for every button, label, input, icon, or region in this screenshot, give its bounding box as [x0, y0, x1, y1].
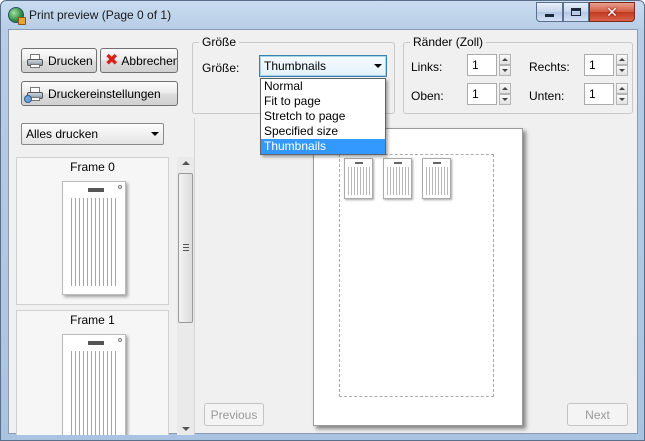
margin-top-field[interactable]: 1 — [467, 83, 497, 105]
maximize-button[interactable] — [563, 2, 589, 22]
minimize-icon — [545, 13, 554, 17]
frame-thumbnail — [62, 181, 126, 295]
margin-right-label: Rechts: — [529, 60, 570, 74]
frame-thumbnail — [62, 334, 126, 435]
margin-bottom-label: Unten: — [529, 89, 565, 103]
margin-right-field[interactable]: 1 — [584, 54, 614, 76]
cancel-x-icon: ✖ — [105, 51, 119, 69]
print-scope-value: Alles drucken — [26, 127, 99, 141]
cancel-button-label: Abbrechen — [121, 53, 178, 68]
size-option-fit-to-page[interactable]: Fit to page — [261, 94, 385, 109]
size-option-stretch-to-page[interactable]: Stretch to page — [261, 109, 385, 124]
printer-icon — [26, 53, 44, 69]
page-thumbnail — [422, 158, 451, 199]
size-select-value: Thumbnails — [264, 59, 327, 73]
minimize-button[interactable] — [536, 2, 563, 22]
app-globe-icon — [8, 7, 26, 25]
frame-title: Frame 0 — [70, 160, 115, 174]
size-group-legend: Größe — [202, 35, 237, 49]
margin-top-stepper[interactable] — [499, 83, 511, 105]
margin-right-stepper[interactable] — [616, 54, 628, 76]
printer-settings-icon — [24, 86, 44, 103]
maximize-icon — [571, 8, 581, 16]
print-button[interactable]: Drucken — [21, 48, 97, 73]
size-option-thumbnails[interactable]: Thumbnails — [261, 139, 385, 154]
window-title: Print preview (Page 0 of 1) — [29, 8, 172, 22]
close-button[interactable]: ✕ — [589, 2, 635, 22]
size-option-normal[interactable]: Normal — [261, 79, 385, 94]
print-preview-window: Print preview (Page 0 of 1) ✕ Drucken ✖ … — [0, 0, 645, 441]
next-button[interactable]: Next — [567, 403, 628, 426]
title-bar[interactable]: Print preview (Page 0 of 1) ✕ — [1, 1, 644, 29]
margin-left-field[interactable]: 1 — [467, 54, 497, 76]
margins-group-legend: Ränder (Zoll) — [413, 35, 484, 49]
page-thumbnail — [383, 158, 412, 199]
previous-button[interactable]: Previous — [204, 403, 264, 426]
scroll-down-icon[interactable] — [182, 427, 190, 431]
margin-bottom-field[interactable]: 1 — [584, 83, 614, 105]
frame-title: Frame 1 — [70, 313, 115, 327]
frame-card[interactable]: Frame 0 — [16, 157, 169, 305]
client-area: Drucken ✖ Abbrechen Druckereinstellungen… — [8, 29, 638, 435]
size-dropdown-list[interactable]: Normal Fit to page Stretch to page Speci… — [260, 78, 386, 155]
margin-bottom-stepper[interactable] — [616, 83, 628, 105]
scroll-up-icon[interactable] — [182, 161, 190, 165]
size-label: Größe: — [202, 61, 240, 75]
preview-area — [194, 118, 637, 434]
margin-top-label: Oben: — [411, 89, 444, 103]
printer-settings-label: Druckereinstellungen — [48, 86, 161, 101]
preview-page — [313, 128, 523, 426]
printer-settings-button[interactable]: Druckereinstellungen — [21, 81, 178, 106]
scroll-thumb[interactable] — [178, 173, 193, 323]
frames-list: Frame 0 Frame 1 — [16, 157, 176, 435]
close-icon: ✕ — [606, 4, 618, 20]
size-option-specified-size[interactable]: Specified size — [261, 124, 385, 139]
page-margin-box — [339, 154, 494, 397]
chevron-down-icon — [374, 64, 382, 68]
frames-scrollbar[interactable] — [177, 157, 194, 435]
page-thumbnail — [344, 158, 373, 199]
chevron-down-icon — [151, 132, 159, 136]
margin-left-label: Links: — [411, 60, 443, 74]
size-select[interactable]: Thumbnails — [259, 55, 387, 77]
margin-left-stepper[interactable] — [499, 54, 511, 76]
print-button-label: Drucken — [48, 53, 93, 68]
print-scope-select[interactable]: Alles drucken — [21, 123, 164, 145]
cancel-button[interactable]: ✖ Abbrechen — [100, 48, 178, 73]
frame-card[interactable]: Frame 1 — [16, 310, 169, 435]
grip-icon — [183, 244, 189, 251]
